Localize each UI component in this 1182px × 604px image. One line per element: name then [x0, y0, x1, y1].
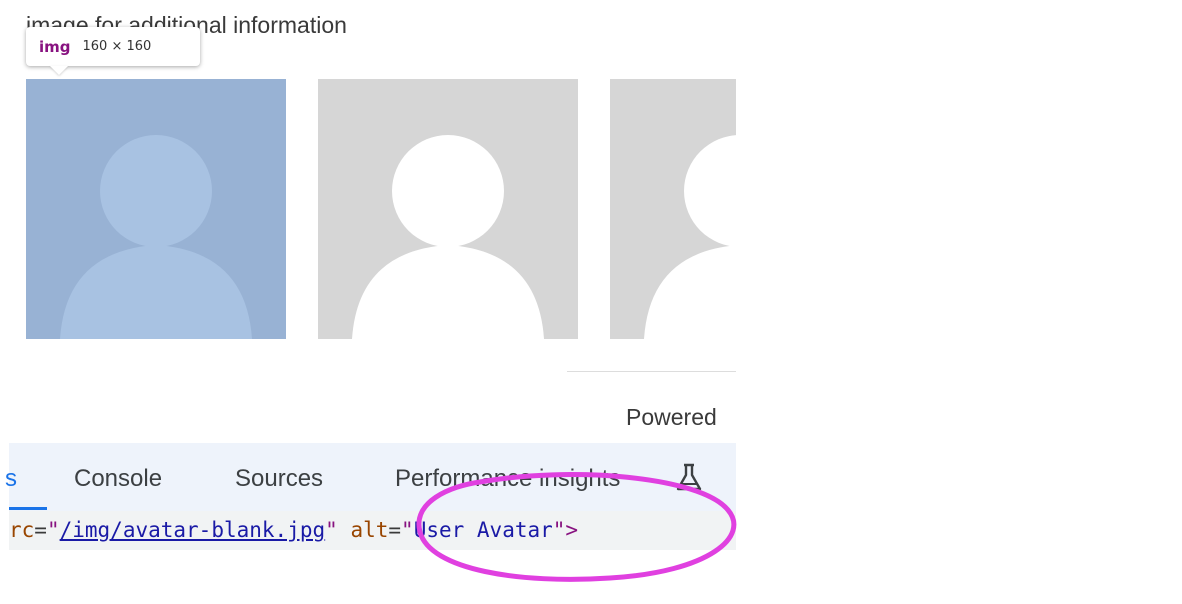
- avatar-image[interactable]: [610, 79, 736, 339]
- attr-alt-name: alt: [350, 518, 389, 542]
- devtools-tab-bar: s Console Sources Performance insights: [5, 443, 736, 512]
- tab-performance-insights[interactable]: Performance insights: [395, 465, 620, 493]
- attr-alt-value: User Avatar: [413, 518, 553, 542]
- avatar-image[interactable]: [318, 79, 578, 339]
- devtools-panel: s Console Sources Performance insights r…: [5, 443, 736, 550]
- tab-elements[interactable]: s: [5, 465, 17, 493]
- attr-src-name: rc: [9, 518, 35, 542]
- dom-tree-selected-node[interactable]: rc="/img/avatar-blank.jpg" alt="User Ava…: [9, 511, 736, 550]
- attr-src-link[interactable]: /img/avatar-blank.jpg: [60, 518, 326, 542]
- divider: [567, 371, 736, 372]
- powered-by-text: Powered: [626, 404, 717, 430]
- tab-console[interactable]: Console: [74, 465, 162, 493]
- element-inspect-tooltip: img 160 × 160: [26, 27, 200, 66]
- avatar-image-selected[interactable]: [26, 79, 286, 339]
- tab-sources[interactable]: Sources: [235, 465, 323, 493]
- web-page: image for additional information img 160…: [0, 0, 736, 604]
- tooltip-dimensions: 160 × 160: [82, 39, 152, 54]
- flask-icon: [676, 463, 702, 491]
- tooltip-tag-name: img: [39, 37, 71, 56]
- active-tab-indicator: [9, 507, 47, 510]
